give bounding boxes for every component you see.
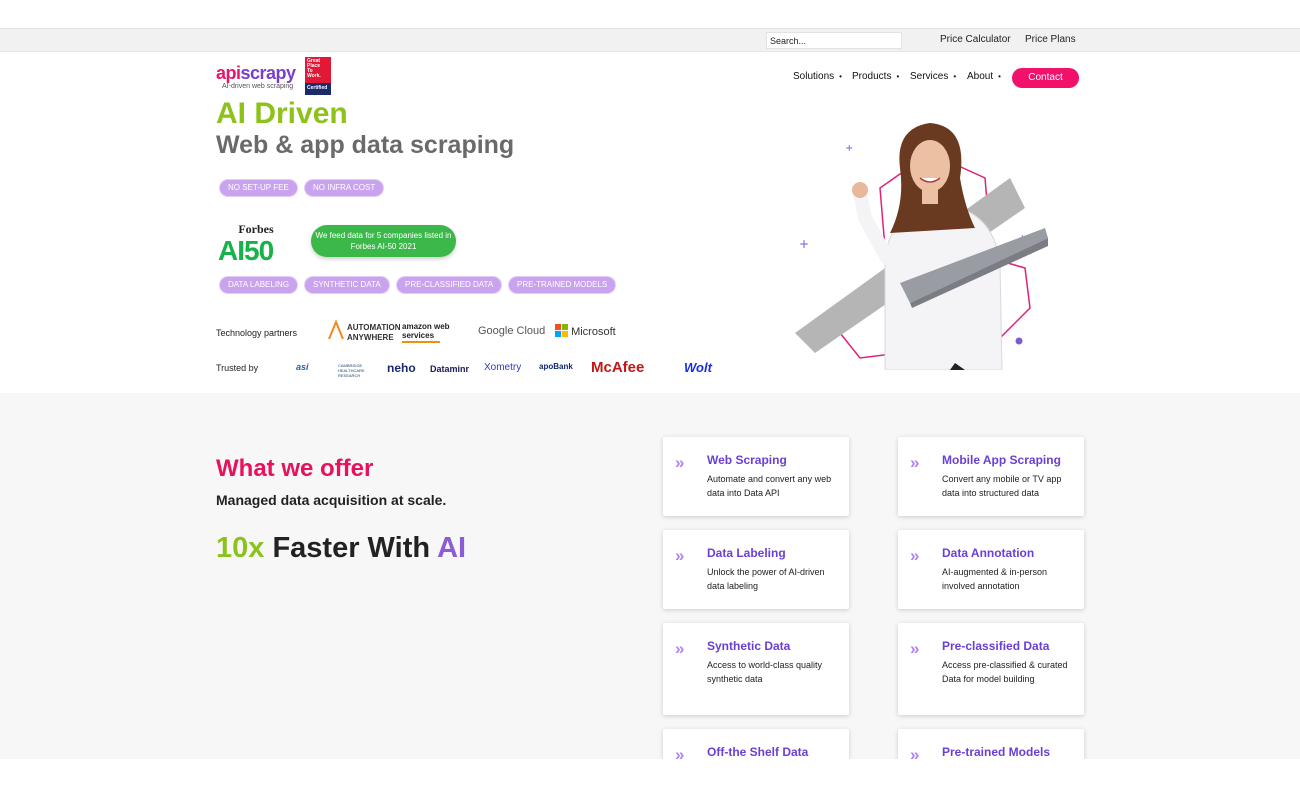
card-data-annotation[interactable]: » Data Annotation AI-augmented & in-pers… [898, 530, 1084, 609]
nav-products[interactable]: Products • [852, 71, 899, 82]
logo-tagline: AI-driven web scraping [222, 83, 294, 90]
hero-title: AI Driven [216, 97, 348, 130]
card-title: Data Labeling [707, 546, 786, 560]
cambridge-healthcare-logo: CAMBRIDGE HEALTHCARE RESEARCH [338, 363, 365, 378]
neho-logo: neho [387, 361, 416, 375]
card-description: Automate and convert any web data into D… [707, 474, 832, 498]
nav-dropdown-dot-icon: • [953, 72, 957, 81]
double-chevron-right-icon: » [910, 546, 920, 565]
nav-solutions[interactable]: Solutions • [793, 71, 842, 82]
apiscrapy-logo[interactable]: apiscrapy AI-driven web scraping [216, 63, 296, 90]
card-title: Pre-trained Models [942, 745, 1051, 759]
double-chevron-right-icon: » [675, 639, 685, 658]
technology-partners-label: Technology partners [216, 328, 298, 338]
faster-text: Faster With [264, 532, 438, 564]
card-mobile-app-scraping[interactable]: » Mobile App Scraping Convert any mobile… [898, 437, 1084, 516]
dataminr-logo: Dataminr [430, 364, 470, 374]
nav-label: Solutions [793, 71, 835, 82]
nav-label: About [967, 71, 994, 82]
card-title: Web Scraping [707, 453, 787, 467]
price-plans-link[interactable]: Price Plans [1025, 34, 1076, 45]
card-title: Mobile App Scraping [942, 453, 1061, 467]
card-description: Unlock the power of AI-driven data label… [707, 567, 825, 591]
aws-smile-icon [402, 341, 440, 343]
nav-dropdown-dot-icon: • [998, 72, 1001, 81]
microsoft-squares-icon [555, 324, 568, 337]
mcafee-logo: McAfee [591, 359, 645, 376]
faster-with-ai-heading: 10x Faster With AI [216, 532, 466, 565]
nav-label: Products [852, 71, 892, 82]
nav-label: Services [910, 71, 949, 82]
nav-services[interactable]: Services • [910, 71, 956, 82]
offer-title: What we offer [216, 455, 374, 482]
pill-pre-classified-data[interactable]: PRE-CLASSIFIED DATA [397, 277, 502, 293]
asi-logo: asi [296, 362, 309, 372]
double-chevron-right-icon: » [910, 453, 920, 472]
faster-number: 10x [216, 532, 265, 564]
double-chevron-right-icon: » [675, 546, 685, 565]
card-title: Off-the Shelf Data [707, 745, 809, 759]
forbes-ai50-logo: Forbes AI50 [218, 222, 298, 265]
card-title: Pre-classified Data [942, 639, 1050, 653]
offer-subtitle: Managed data acquisition at scale. [216, 492, 447, 508]
pill-data-labeling[interactable]: DATA LABELING [220, 277, 298, 293]
card-description: Convert any mobile or TV app data into s… [942, 474, 1062, 498]
top-utility-bar: Price Calculator Price Plans [0, 28, 1300, 52]
double-chevron-right-icon: » [675, 453, 685, 472]
svg-text:+: + [845, 143, 853, 154]
card-web-scraping[interactable]: » Web Scraping Automate and convert any … [663, 437, 849, 516]
logo-text-api: api [216, 63, 241, 83]
pill-synthetic-data[interactable]: SYNTHETIC DATA [305, 277, 389, 293]
card-data-labeling[interactable]: » Data Labeling Unlock the power of AI-d… [663, 530, 849, 609]
hero-subtitle: Web & app data scraping [216, 131, 515, 159]
viewport-bottom-edge [0, 759, 1300, 788]
card-description: AI-augmented & in-person involved annota… [942, 567, 1048, 591]
apobank-logo: apoBank [539, 362, 573, 371]
google-cloud-logo: Google Cloud [478, 325, 546, 337]
contact-button[interactable]: Contact [1012, 68, 1079, 88]
double-chevron-right-icon: » [910, 639, 920, 658]
nav-about[interactable]: About • [967, 71, 1001, 82]
card-title: Synthetic Data [707, 639, 791, 653]
card-pre-classified-data[interactable]: » Pre-classified Data Access pre-classif… [898, 623, 1084, 715]
forbes-ai50: AI50 [218, 235, 274, 266]
nav-dropdown-dot-icon: • [896, 72, 900, 81]
great-place-to-work-badge: Great Place To Work. Certified [305, 57, 331, 95]
wolt-logo: Wolt [684, 360, 712, 375]
faster-ai: AI [437, 532, 467, 564]
svg-text:+: + [799, 237, 809, 251]
badge-certified: Certified [305, 83, 331, 95]
forbes-feed-badge: We feed data for 5 companies listed in F… [311, 225, 456, 257]
xometry-logo: Xometry [484, 362, 522, 373]
automation-anywhere-icon [328, 320, 344, 340]
card-description: Access to world-class quality synthetic … [707, 660, 823, 684]
microsoft-logo: Microsoft [555, 324, 616, 338]
logo-text-scrapy: scrapy [240, 63, 297, 83]
card-synthetic-data[interactable]: » Synthetic Data Access to world-class q… [663, 623, 849, 715]
badge-line: Work. [307, 73, 321, 79]
aws-logo: amazon web services [402, 322, 472, 343]
what-we-offer-section [0, 393, 1300, 759]
pill-no-setup-fee: NO SET-UP FEE [220, 180, 297, 196]
card-description: Access pre-classified & curated Data for… [942, 660, 1068, 684]
hero-illustration: + + + [795, 123, 1048, 370]
price-calculator-link[interactable]: Price Calculator [940, 34, 1011, 45]
card-title: Data Annotation [942, 546, 1035, 560]
search-input[interactable] [766, 32, 902, 49]
trusted-by-label: Trusted by [216, 363, 259, 373]
pill-pre-trained-models[interactable]: PRE-TRAINED MODELS [509, 277, 616, 293]
pill-no-infra-cost: NO INFRA COST [305, 180, 384, 196]
nav-dropdown-dot-icon: • [839, 72, 842, 81]
